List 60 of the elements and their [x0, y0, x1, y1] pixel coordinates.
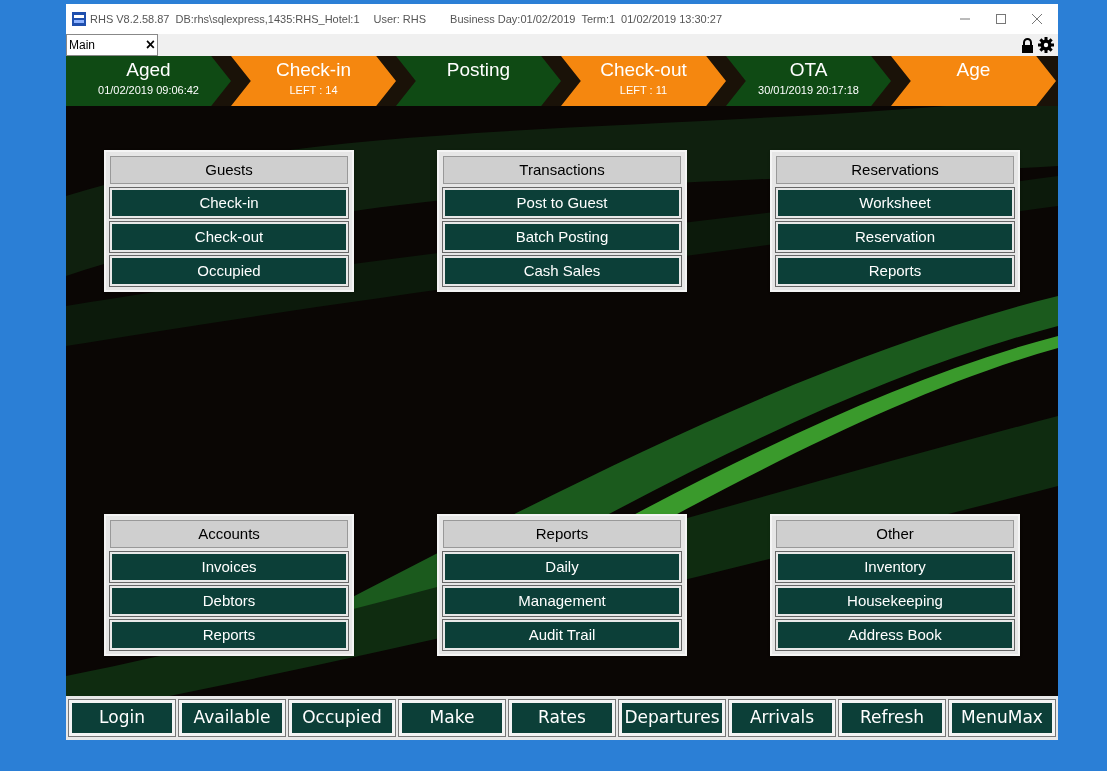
menu-button[interactable]: Inventory: [776, 552, 1014, 582]
chevron-detail: 01/02/2019 09:06:42: [98, 83, 199, 98]
chevron-title: Aged: [126, 58, 171, 82]
toolbar-button[interactable]: Rates: [509, 700, 615, 736]
settings-icon[interactable]: [1038, 37, 1054, 53]
menu-button[interactable]: Check-out: [110, 222, 348, 252]
app-icon: [72, 12, 86, 26]
menu-button[interactable]: Address Book: [776, 620, 1014, 650]
chevron-title: Check-in: [276, 58, 351, 82]
menu-button[interactable]: Batch Posting: [443, 222, 681, 252]
status-chevron[interactable]: Aged 01/02/2019 09:06:42: [66, 56, 231, 106]
menu-button[interactable]: Daily: [443, 552, 681, 582]
business-day-label: Business Day:01/02/2019: [450, 11, 576, 27]
panel-header: Transactions: [443, 156, 681, 184]
menu-button[interactable]: Invoices: [110, 552, 348, 582]
toolbar-button[interactable]: Refresh: [839, 700, 945, 736]
menu-button[interactable]: Audit Trail: [443, 620, 681, 650]
menu-button[interactable]: Cash Sales: [443, 256, 681, 286]
maximize-icon[interactable]: [996, 14, 1006, 24]
datetime-label: 01/02/2019 13:30:27: [621, 11, 723, 27]
lock-icon[interactable]: [1021, 37, 1034, 53]
panel-header: Accounts: [110, 520, 348, 548]
menu-button[interactable]: Housekeeping: [776, 586, 1014, 616]
menu-button[interactable]: Management: [443, 586, 681, 616]
toolbar-button[interactable]: Login: [69, 700, 175, 736]
panel-header: Other: [776, 520, 1014, 548]
database-label: DB:rhs\sqlexpress,1435:RHS_Hotel:1: [175, 11, 360, 27]
terminal-label: Term:1: [581, 11, 616, 27]
panel-header: Reservations: [776, 156, 1014, 184]
menu-button[interactable]: Reports: [110, 620, 348, 650]
close-icon[interactable]: [1032, 14, 1042, 24]
chevron-detail: 30/01/2019 20:17:18: [758, 83, 859, 98]
toolbar-button[interactable]: Departures: [619, 700, 725, 736]
chevron-title: Check-out: [600, 58, 687, 82]
chevron-title: Posting: [446, 58, 511, 82]
tab-label: Main: [69, 37, 95, 54]
menu-button[interactable]: Post to Guest: [443, 188, 681, 218]
tab[interactable]: Main ×: [66, 34, 158, 56]
status-chevron[interactable]: Posting: [396, 56, 561, 106]
menu-button[interactable]: Worksheet: [776, 188, 1014, 218]
toolbar-button[interactable]: Occupied: [289, 700, 395, 736]
panel-header: Reports: [443, 520, 681, 548]
menu-button[interactable]: Reservation: [776, 222, 1014, 252]
menu-button[interactable]: Check-in: [110, 188, 348, 218]
window-title: RHS V8.2.58.87: [90, 11, 170, 27]
panel-header: Guests: [110, 156, 348, 184]
menu-button[interactable]: Debtors: [110, 586, 348, 616]
chevron-title: Age: [956, 58, 991, 82]
toolbar-button[interactable]: Available: [179, 700, 285, 736]
chevron-title: OTA: [789, 58, 828, 82]
chevron-detail: LEFT : 11: [619, 83, 668, 98]
chevron-detail: LEFT : 14: [289, 83, 338, 98]
toolbar-button[interactable]: Make: [399, 700, 505, 736]
user-label: User: RHS: [373, 11, 427, 27]
menu-button[interactable]: Reports: [776, 256, 1014, 286]
menu-button[interactable]: Occupied: [110, 256, 348, 286]
status-chevron[interactable]: OTA 30/01/2019 20:17:18: [726, 56, 891, 106]
toolbar-button[interactable]: Arrivals: [729, 700, 835, 736]
toolbar-button[interactable]: MenuMax: [949, 700, 1055, 736]
tab-close-button[interactable]: ×: [145, 33, 155, 57]
